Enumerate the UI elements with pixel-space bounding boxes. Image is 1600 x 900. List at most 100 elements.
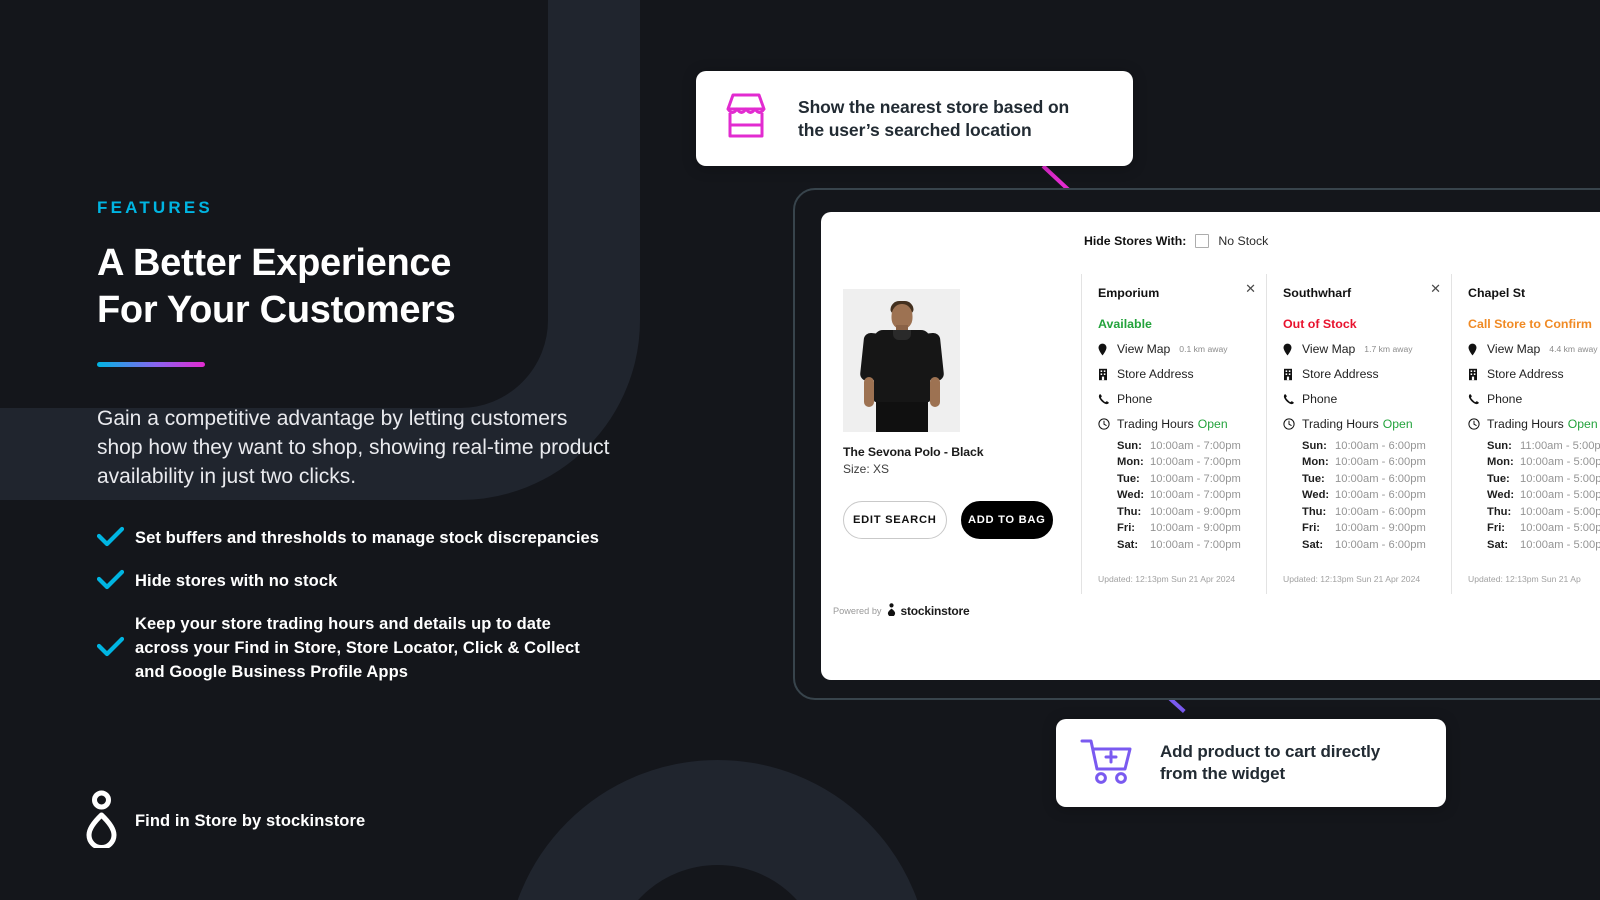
- table-row: Sat: 10:00am - 6:00pm: [1302, 537, 1438, 553]
- day-hours: 10:00am - 5:00pm: [1520, 472, 1600, 485]
- close-icon[interactable]: ✕: [1430, 283, 1441, 296]
- phone-label: Phone: [1302, 392, 1338, 406]
- store-address-row[interactable]: Store Address: [1098, 367, 1253, 381]
- status-badge: Call Store to Confirm: [1468, 317, 1592, 331]
- store-card: ✕ Chapel St Call Store to Confirm View M…: [1451, 274, 1600, 594]
- store-name: Chapel St: [1468, 286, 1526, 300]
- open-status-tag: Open: [1382, 417, 1413, 431]
- store-distance: 1.7 km away: [1364, 344, 1413, 354]
- day-label: Fri:: [1302, 522, 1321, 535]
- day-hours: 10:00am - 6:00pm: [1335, 505, 1426, 518]
- table-row: Mon: 10:00am - 5:00pm: [1487, 454, 1600, 470]
- store-card: ✕ Southwharf Out of Stock View Map 1.7 k…: [1266, 274, 1451, 594]
- day-hours: 10:00am - 9:00pm: [1335, 522, 1426, 535]
- stores-pane: Hide Stores With: No Stock ✕ Emporium Av…: [1081, 234, 1600, 680]
- list-item-label: Hide stores with no stock: [135, 572, 338, 591]
- phone-icon: [1283, 393, 1302, 405]
- table-row: Tue: 10:00am - 5:00pm: [1487, 471, 1600, 487]
- day-label: Mon:: [1487, 456, 1514, 469]
- product-pane: The Sevona Polo - Black Size: XS EDIT SE…: [843, 289, 1053, 539]
- day-label: Sat:: [1487, 538, 1509, 551]
- phone-label: Phone: [1487, 392, 1523, 406]
- trading-hours-row[interactable]: Trading Hours Open: [1098, 417, 1253, 431]
- tablet-device-frame: The Sevona Polo - Black Size: XS EDIT SE…: [793, 188, 1600, 700]
- table-row: Sat: 10:00am - 7:00pm: [1117, 537, 1253, 553]
- building-icon: [1283, 368, 1302, 381]
- day-hours: 10:00am - 5:00pm: [1520, 489, 1600, 502]
- phone-icon: [1098, 393, 1117, 405]
- day-hours: 10:00am - 7:00pm: [1150, 538, 1241, 551]
- day-label: Thu:: [1302, 505, 1327, 518]
- no-stock-checkbox[interactable]: [1195, 234, 1210, 248]
- store-address-row[interactable]: Store Address: [1468, 367, 1600, 381]
- list-item-label: Set buffers and thresholds to manage sto…: [135, 529, 600, 548]
- building-icon: [1098, 368, 1117, 381]
- store-address-row[interactable]: Store Address: [1283, 367, 1438, 381]
- trading-hours-row[interactable]: Trading Hours Open: [1283, 417, 1438, 431]
- table-row: Fri: 10:00am - 5:00pm: [1487, 520, 1600, 536]
- stockinstore-pin-icon: [887, 603, 896, 618]
- phone-row[interactable]: Phone: [1098, 392, 1253, 406]
- model-arm-left: [863, 377, 874, 407]
- close-icon[interactable]: ✕: [1245, 283, 1256, 296]
- day-label: Sun:: [1302, 440, 1327, 452]
- product-actions: EDIT SEARCH ADD TO BAG: [843, 501, 1053, 539]
- polo-collar: [892, 330, 911, 340]
- store-address-label: Store Address: [1117, 367, 1194, 381]
- table-row: Thu: 10:00am - 6:00pm: [1302, 504, 1438, 520]
- product-title: The Sevona Polo - Black: [843, 445, 984, 459]
- callout-line-2: the user’s searched location: [798, 119, 1032, 140]
- clock-icon: [1283, 418, 1302, 430]
- day-hours: 10:00am - 5:00pm: [1520, 456, 1600, 469]
- table-row: Mon: 10:00am - 6:00pm: [1302, 454, 1438, 470]
- day-hours: 10:00am - 7:00pm: [1150, 440, 1241, 452]
- day-hours: 10:00am - 7:00pm: [1150, 472, 1241, 485]
- table-row: Tue: 10:00am - 6:00pm: [1302, 471, 1438, 487]
- add-to-bag-button[interactable]: ADD TO BAG: [960, 501, 1053, 539]
- day-hours: 10:00am - 6:00pm: [1335, 538, 1426, 551]
- edit-search-button[interactable]: EDIT SEARCH: [843, 501, 947, 539]
- store-cards-list: ✕ Emporium Available View Map 0.1 km awa…: [1081, 274, 1600, 594]
- updated-timestamp: Updated: 12:13pm Sun 21 Ap: [1468, 574, 1581, 584]
- powered-by-footer: Powered by stockinstore: [833, 603, 970, 618]
- view-map-row[interactable]: View Map 0.1 km away: [1098, 342, 1253, 356]
- callout-line-2: from the widget: [1160, 764, 1286, 783]
- table-row: Sun: 10:00am - 7:00pm: [1117, 438, 1253, 454]
- day-hours: 10:00am - 6:00pm: [1335, 489, 1426, 502]
- open-status-tag: Open: [1197, 417, 1228, 431]
- day-label: Tue:: [1302, 472, 1325, 485]
- day-label: Fri:: [1487, 522, 1506, 535]
- feature-checklist: Set buffers and thresholds to manage sto…: [97, 526, 697, 685]
- cart-plus-icon: [1080, 736, 1138, 791]
- phone-row[interactable]: Phone: [1283, 392, 1438, 406]
- phone-icon: [1468, 393, 1487, 405]
- brand-label: Find in Store by stockinstore: [135, 812, 366, 830]
- view-map-label: View Map: [1302, 342, 1356, 356]
- open-status-tag: Open: [1567, 417, 1598, 431]
- table-row: Tue: 10:00am - 7:00pm: [1117, 471, 1253, 487]
- table-row: Mon: 10:00am - 7:00pm: [1117, 454, 1253, 470]
- product-image: [843, 289, 960, 432]
- product-size: Size: XS: [843, 462, 890, 476]
- check-icon: [97, 612, 135, 682]
- store-distance: 4.4 km away: [1549, 344, 1598, 354]
- day-hours: 10:00am - 9:00pm: [1150, 505, 1241, 518]
- day-label: Sat:: [1302, 538, 1324, 551]
- background-ring-decoration: [505, 760, 930, 900]
- view-map-row[interactable]: View Map 1.7 km away: [1283, 342, 1438, 356]
- page-title: A Better Experience For Your Customers: [97, 240, 697, 334]
- table-row: Sat: 10:00am - 5:00pm: [1487, 537, 1600, 553]
- trading-hours-table: Sun: 10:00am - 7:00pm Mon: 10:00am - 7:00p…: [1098, 438, 1253, 553]
- status-badge: Available: [1098, 317, 1152, 331]
- callout-line-1: Show the nearest store based on: [798, 97, 1070, 118]
- trading-hours-row[interactable]: Trading Hours Open: [1468, 417, 1600, 431]
- trading-hours-label: Trading Hours: [1302, 417, 1379, 431]
- day-label: Tue:: [1117, 472, 1140, 485]
- phone-row[interactable]: Phone: [1468, 392, 1600, 406]
- list-item: Set buffers and thresholds to manage sto…: [97, 526, 697, 551]
- table-row: Wed: 10:00am - 6:00pm: [1302, 487, 1438, 503]
- table-row: Fri: 10:00am - 9:00pm: [1117, 520, 1253, 536]
- view-map-row[interactable]: View Map 4.4 km away: [1468, 342, 1600, 356]
- clock-icon: [1468, 418, 1487, 430]
- updated-timestamp: Updated: 12:13pm Sun 21 Apr 2024: [1098, 574, 1236, 584]
